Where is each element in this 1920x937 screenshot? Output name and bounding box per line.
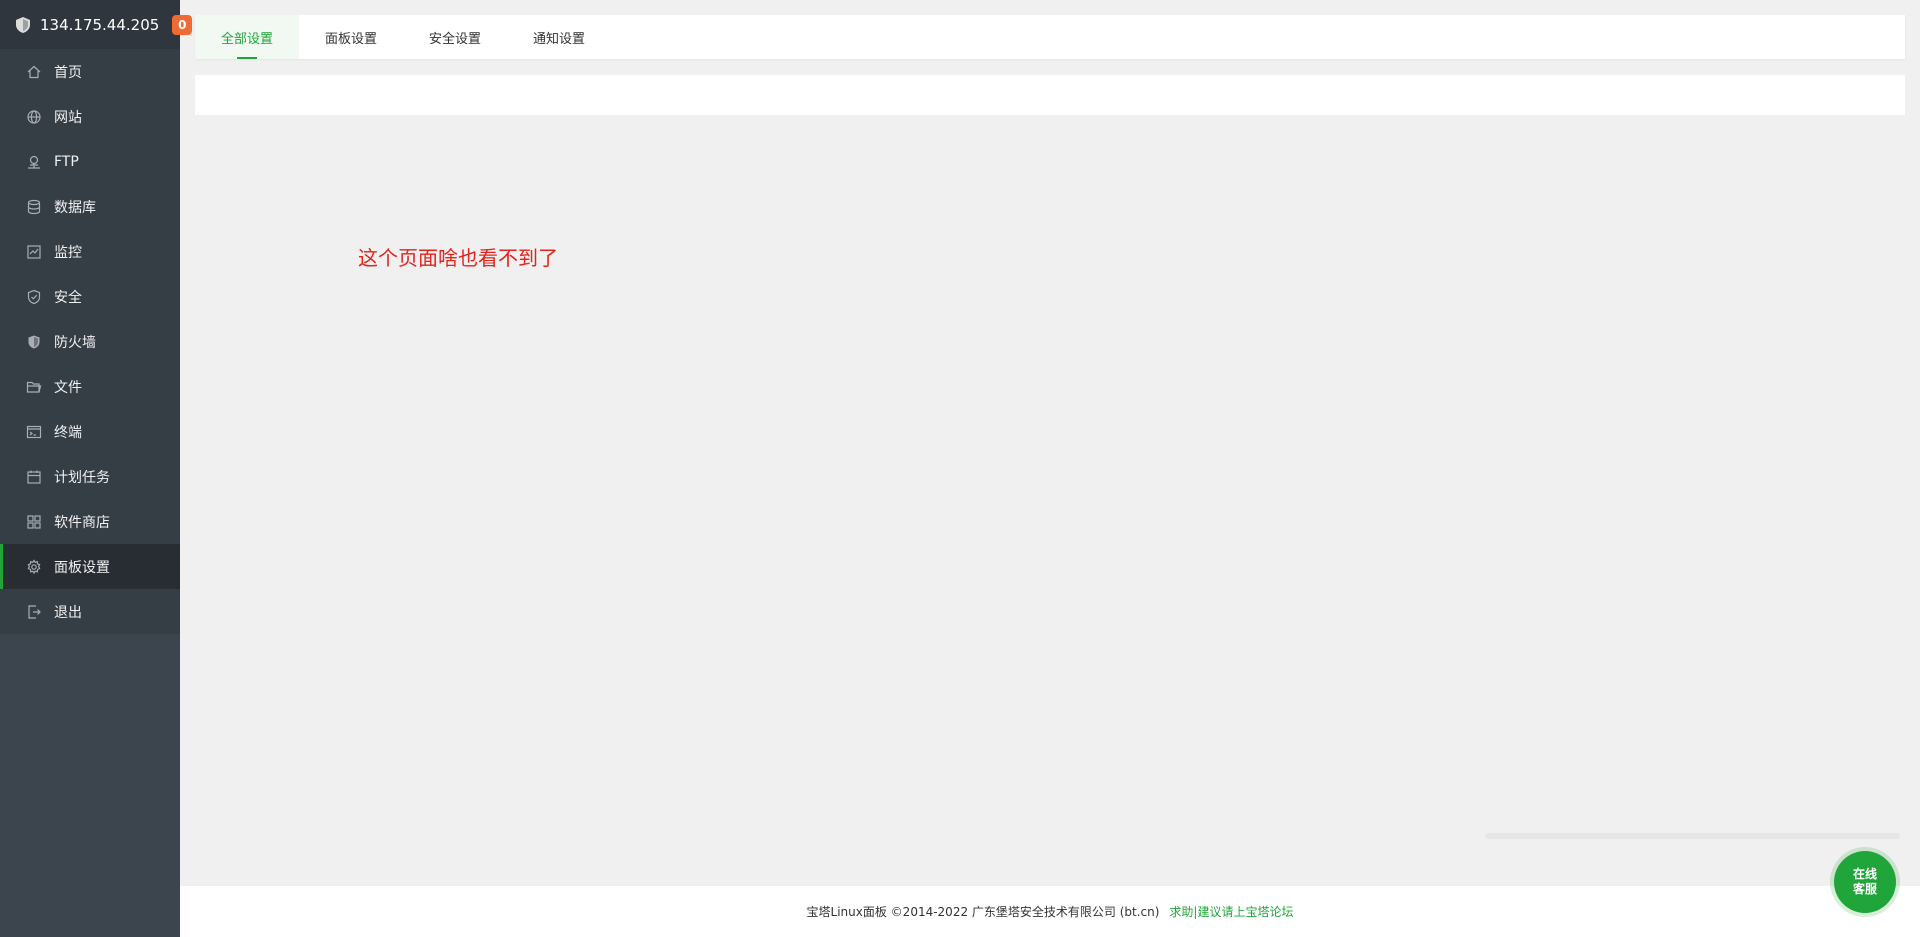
server-ip: 134.175.44.205 <box>40 15 160 34</box>
horizontal-scrollbar[interactable] <box>1485 833 1900 839</box>
sidebar-item-panel-settings[interactable]: 面板设置 <box>0 544 180 589</box>
calendar-icon <box>26 469 42 485</box>
online-service-button[interactable]: 在线 客服 <box>1834 851 1896 913</box>
service-button-line2: 客服 <box>1852 882 1877 896</box>
sidebar-item-monitor[interactable]: 监控 <box>0 229 180 274</box>
folder-icon <box>26 379 42 395</box>
sidebar-item-logout[interactable]: 退出 <box>0 589 180 634</box>
terminal-icon <box>26 424 42 440</box>
sidebar-item-label: 首页 <box>54 64 82 81</box>
tab-security-settings[interactable]: 安全设置 <box>403 15 507 59</box>
sidebar-item-label: 面板设置 <box>54 559 110 576</box>
main-content: 全部设置 面板设置 安全设置 通知设置 这个页面啥也看不到了 宝塔Linux面板… <box>180 0 1920 937</box>
sidebar-item-label: 网站 <box>54 109 82 126</box>
sidebar-item-label: 文件 <box>54 379 82 396</box>
tab-all-settings[interactable]: 全部设置 <box>195 15 300 59</box>
sidebar-item-label: FTP <box>54 153 79 170</box>
grid-apps-icon <box>26 514 42 530</box>
annotation-text: 这个页面啥也看不到了 <box>358 246 558 270</box>
sidebar-menu: 首页 网站 FTP 数据库 监控 安全 防火墙 文件 终端 计划任务 软件商店 … <box>0 49 180 634</box>
forum-help-link[interactable]: 求助|建议请上宝塔论坛 <box>1169 903 1293 920</box>
logout-icon <box>26 604 42 620</box>
ftp-icon <box>26 154 42 170</box>
sidebar-item-cron[interactable]: 计划任务 <box>0 454 180 499</box>
sidebar-item-label: 防火墙 <box>54 334 96 351</box>
sidebar-item-terminal[interactable]: 终端 <box>0 409 180 454</box>
firewall-shield-icon <box>26 334 42 350</box>
footer: 宝塔Linux面板 ©2014-2022 广东堡塔安全技术有限公司 (bt.cn… <box>180 886 1920 937</box>
monitor-icon <box>26 244 42 260</box>
sidebar: 134.175.44.205 0 首页 网站 FTP 数据库 监控 安全 防火墙… <box>0 0 193 937</box>
home-icon <box>26 64 42 80</box>
sidebar-item-label: 安全 <box>54 289 82 306</box>
tab-notification-settings[interactable]: 通知设置 <box>507 15 611 59</box>
tab-panel-settings[interactable]: 面板设置 <box>299 15 403 59</box>
bt-logo-icon <box>14 16 32 34</box>
sidebar-item-label: 计划任务 <box>54 469 110 486</box>
footer-copyright: 宝塔Linux面板 ©2014-2022 广东堡塔安全技术有限公司 (bt.cn… <box>806 905 1160 919</box>
sidebar-item-firewall[interactable]: 防火墙 <box>0 319 180 364</box>
service-button-line1: 在线 <box>1852 867 1877 881</box>
database-icon <box>26 199 42 215</box>
sidebar-item-label: 退出 <box>54 604 82 621</box>
gear-icon <box>26 558 42 575</box>
sidebar-item-files[interactable]: 文件 <box>0 364 180 409</box>
sidebar-item-database[interactable]: 数据库 <box>0 184 180 229</box>
sidebar-item-label: 终端 <box>54 424 82 441</box>
settings-content-panel <box>195 75 1905 115</box>
sidebar-item-label: 监控 <box>54 244 82 261</box>
sidebar-item-website[interactable]: 网站 <box>0 94 180 139</box>
sidebar-item-home[interactable]: 首页 <box>0 49 180 94</box>
sidebar-item-software-store[interactable]: 软件商店 <box>0 499 180 544</box>
globe-icon <box>26 109 42 125</box>
server-header: 134.175.44.205 0 <box>0 0 193 49</box>
sidebar-item-label: 数据库 <box>54 199 96 216</box>
settings-tabbar: 全部设置 面板设置 安全设置 通知设置 <box>195 15 1905 59</box>
sidebar-item-ftp[interactable]: FTP <box>0 139 180 184</box>
sidebar-item-label: 软件商店 <box>54 514 110 531</box>
sidebar-item-security[interactable]: 安全 <box>0 274 180 319</box>
shield-check-icon <box>26 289 42 305</box>
